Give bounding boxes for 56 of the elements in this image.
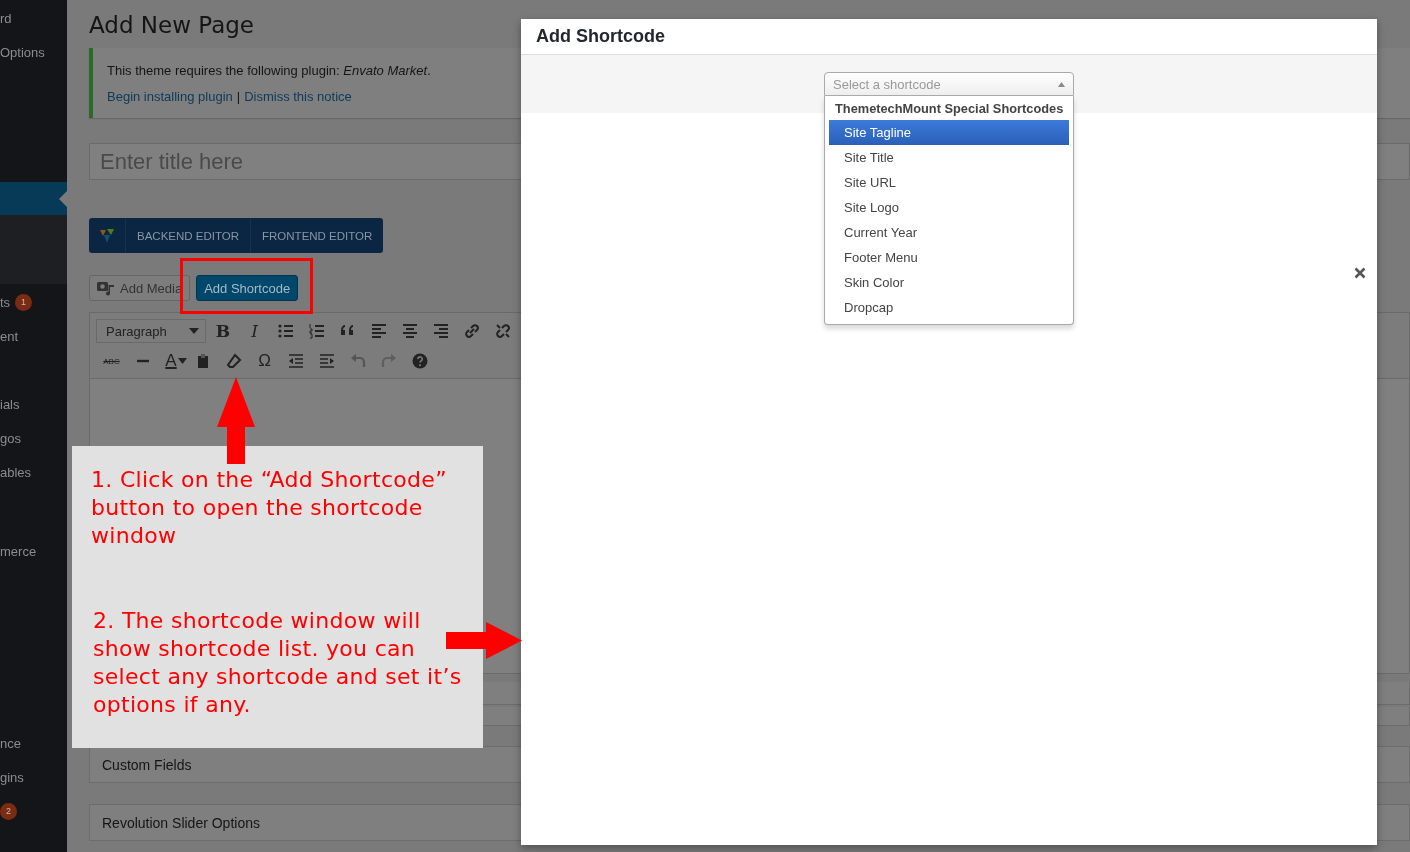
strikethrough-button[interactable]: ABC bbox=[96, 347, 127, 375]
menu-item[interactable]: rd bbox=[0, 10, 12, 26]
count-badge: 2 bbox=[0, 802, 17, 820]
menu-item[interactable]: gos bbox=[0, 430, 21, 446]
menu-item[interactable]: ts bbox=[0, 294, 11, 310]
menu-item[interactable]: ent bbox=[0, 328, 19, 344]
instruction-text: 2. The shortcode window will show shortcode list. you can select any shortcode and set it’s options if any. bbox=[93, 607, 463, 719]
shortcode-option[interactable]: Site Title bbox=[829, 145, 1069, 170]
caret-icon bbox=[1058, 81, 1065, 87]
add-shortcode-button[interactable]: Add Shortcode bbox=[196, 275, 299, 301]
link-separator: | bbox=[236, 88, 241, 106]
indent-icon[interactable] bbox=[317, 352, 336, 370]
italic-button[interactable]: I bbox=[239, 317, 270, 345]
shortcode-option[interactable]: Site URL bbox=[829, 170, 1069, 195]
link-icon[interactable] bbox=[462, 322, 481, 340]
shortcode-option[interactable]: Current Year bbox=[829, 220, 1069, 245]
align-center-icon[interactable] bbox=[400, 322, 419, 340]
count-badge: 1 bbox=[15, 293, 33, 311]
bold-button[interactable]: B bbox=[215, 317, 231, 345]
frontend-editor-button[interactable]: FRONTEND EDITOR bbox=[250, 218, 384, 253]
outdent-icon[interactable] bbox=[286, 352, 305, 370]
help-icon[interactable] bbox=[410, 352, 429, 370]
menu-item[interactable]: Options bbox=[0, 44, 45, 60]
text-color-button[interactable]: A bbox=[158, 347, 184, 375]
shortcode-option[interactable]: Skin Color bbox=[829, 270, 1069, 295]
menu-item[interactable]: ials bbox=[0, 396, 20, 412]
close-icon[interactable] bbox=[1354, 267, 1366, 279]
menu-item[interactable]: gins bbox=[0, 769, 24, 785]
menu-item-highlight[interactable] bbox=[0, 182, 67, 215]
backend-editor-button[interactable]: BACKEND EDITOR bbox=[125, 218, 251, 253]
format-dropdown[interactable]: Paragraph bbox=[96, 319, 206, 343]
align-right-icon[interactable] bbox=[431, 322, 450, 340]
builder-logo-icon bbox=[99, 227, 115, 244]
shortcode-option[interactable]: Dropcap bbox=[829, 295, 1069, 320]
select-placeholder: Select a shortcode bbox=[833, 76, 941, 92]
page-title: Add New Page bbox=[89, 11, 254, 40]
media-icon bbox=[97, 280, 115, 296]
menu-item[interactable]: ables bbox=[0, 464, 32, 480]
bulleted-list-icon[interactable] bbox=[276, 322, 295, 340]
caret-icon[interactable] bbox=[178, 358, 187, 364]
special-character-button[interactable]: Ω bbox=[249, 347, 280, 375]
broken-link-icon[interactable] bbox=[493, 322, 512, 340]
numbered-list-icon[interactable] bbox=[307, 322, 326, 340]
option-group-label: ThemetechMount Special Shortcodes bbox=[834, 99, 1065, 118]
menu-item[interactable]: merce bbox=[0, 543, 37, 559]
eraser-icon[interactable] bbox=[224, 352, 243, 370]
caret-icon bbox=[189, 328, 199, 334]
notice-link[interactable]: Dismiss this notice bbox=[244, 84, 352, 110]
instruction-text: 1. Click on the “Add Shortcode” button to open the shortcode window bbox=[91, 466, 448, 550]
menu-item[interactable]: nce bbox=[0, 735, 21, 751]
shortcode-option[interactable]: Site Tagline bbox=[829, 120, 1069, 145]
shortcode-option[interactable]: Site Logo bbox=[829, 195, 1069, 220]
align-left-icon[interactable] bbox=[369, 322, 388, 340]
shortcode-option[interactable]: Footer Menu bbox=[829, 245, 1069, 270]
notice-text: This theme requires the following plugin: Envato Market. bbox=[107, 62, 432, 80]
notice-link[interactable]: Begin installing plugin bbox=[107, 84, 233, 110]
